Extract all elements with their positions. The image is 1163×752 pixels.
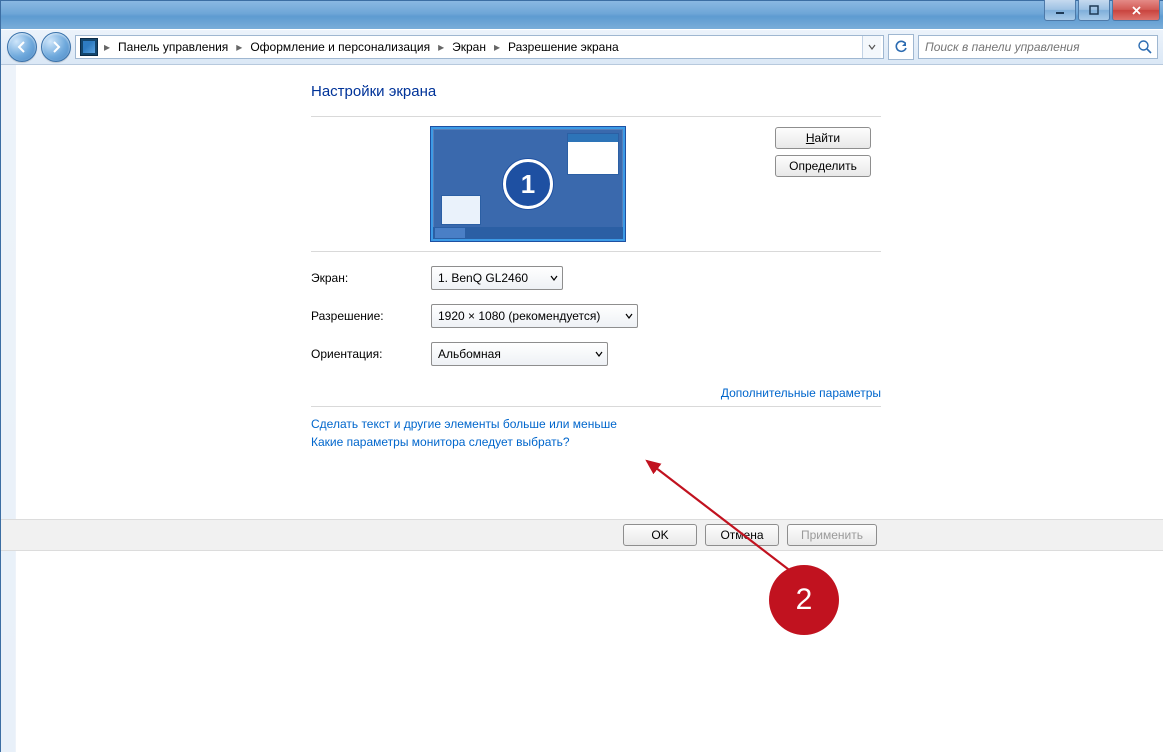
search-box[interactable] xyxy=(918,35,1158,59)
chevron-right-icon[interactable]: ▸ xyxy=(492,40,502,54)
resolution-select[interactable]: 1920 × 1080 (рекомендуется) xyxy=(431,304,638,328)
orientation-select[interactable]: Альбомная xyxy=(431,342,608,366)
display-preview[interactable]: 1 xyxy=(431,127,625,241)
breadcrumb-item[interactable]: Панель управления xyxy=(112,36,234,58)
text-size-link[interactable]: Сделать текст и другие элементы больше и… xyxy=(311,417,1163,431)
chevron-right-icon[interactable]: ▸ xyxy=(102,40,112,54)
find-button[interactable]: Найти xyxy=(775,127,871,149)
orientation-label: Ориентация: xyxy=(311,347,431,361)
ok-button[interactable]: OK xyxy=(623,524,697,546)
breadcrumb-item[interactable]: Разрешение экрана xyxy=(502,36,625,58)
address-bar[interactable]: ▸ Панель управления ▸ Оформление и персо… xyxy=(75,35,884,59)
chevron-down-icon xyxy=(595,347,603,361)
detect-button[interactable]: Определить xyxy=(775,155,871,177)
refresh-button[interactable] xyxy=(888,34,914,60)
apply-button[interactable]: Применить xyxy=(787,524,877,546)
control-panel-icon xyxy=(80,38,98,56)
preview-panel-icon xyxy=(441,195,481,225)
page-title: Настройки экрана xyxy=(311,79,1163,106)
address-dropdown-button[interactable] xyxy=(862,36,881,58)
screen-select[interactable]: 1. BenQ GL2460 xyxy=(431,266,563,290)
resolution-value: 1920 × 1080 (рекомендуется) xyxy=(438,309,600,323)
screen-value: 1. BenQ GL2460 xyxy=(438,271,528,285)
breadcrumb-item[interactable]: Оформление и персонализация xyxy=(244,36,436,58)
preview-taskbar-icon xyxy=(433,227,623,239)
divider xyxy=(311,406,881,407)
forward-button[interactable] xyxy=(41,32,71,62)
annotation-badge: 2 xyxy=(769,565,839,635)
toolbar: ▸ Панель управления ▸ Оформление и персо… xyxy=(1,29,1163,65)
close-button[interactable] xyxy=(1112,0,1160,21)
screen-label: Экран: xyxy=(311,271,431,285)
left-margin xyxy=(1,65,16,752)
chevron-right-icon[interactable]: ▸ xyxy=(436,40,446,54)
chevron-right-icon[interactable]: ▸ xyxy=(234,40,244,54)
display-number-badge: 1 xyxy=(503,159,553,209)
client-area: Настройки экрана 1 Найти Определить Экра… xyxy=(1,65,1163,752)
cancel-button[interactable]: Отмена xyxy=(705,524,779,546)
preview-window-icon xyxy=(567,133,619,175)
breadcrumb-item[interactable]: Экран xyxy=(446,36,492,58)
search-icon xyxy=(1137,39,1153,55)
minimize-button[interactable] xyxy=(1044,0,1076,21)
maximize-button[interactable] xyxy=(1078,0,1110,21)
search-input[interactable] xyxy=(923,39,1137,55)
orientation-value: Альбомная xyxy=(438,347,501,361)
chevron-down-icon xyxy=(550,271,558,285)
titlebar[interactable] xyxy=(1,1,1163,29)
window-frame: ▸ Панель управления ▸ Оформление и персо… xyxy=(0,0,1163,752)
resolution-label: Разрешение: xyxy=(311,309,431,323)
which-monitor-link[interactable]: Какие параметры монитора следует выбрать… xyxy=(311,435,1163,449)
back-button[interactable] xyxy=(7,32,37,62)
chevron-down-icon xyxy=(625,309,633,323)
advanced-settings-link[interactable]: Дополнительные параметры xyxy=(721,386,881,400)
dialog-button-bar: OK Отмена Применить xyxy=(1,519,1163,551)
annotation-number: 2 xyxy=(796,583,813,617)
